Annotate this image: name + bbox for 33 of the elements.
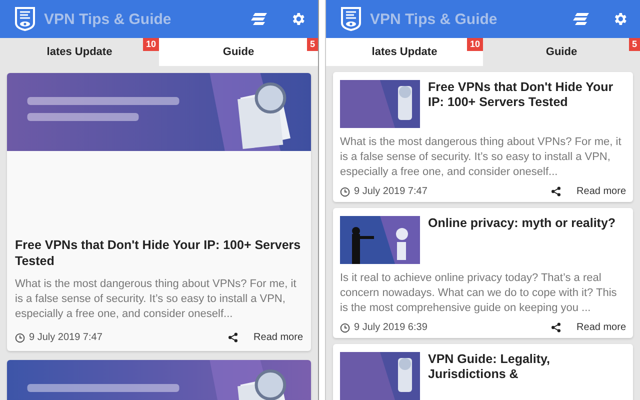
settings-icon[interactable] bbox=[612, 11, 628, 27]
app-title: VPN Tips & Guide bbox=[370, 10, 498, 28]
article-excerpt: What is the most dangerous thing about VPNs? For me, it is a false sense of security. It’s so easy to install a VPN, especially a free one, and consider oneself... bbox=[14, 277, 298, 322]
read-more-link[interactable]: Read more bbox=[576, 186, 626, 197]
menu-icon[interactable] bbox=[572, 12, 590, 26]
clock-icon bbox=[340, 322, 350, 332]
clock-icon bbox=[340, 186, 350, 196]
clock-icon bbox=[15, 332, 25, 342]
article-date: 9 July 2019 6:39 bbox=[354, 322, 428, 333]
article-title[interactable]: VPN Guide: Legality, Jurisdictions & bbox=[428, 352, 626, 382]
article-title[interactable]: Free VPNs that Don't Hide Your IP: 100+ Servers Tested bbox=[428, 80, 626, 110]
article-excerpt: Is it real to achieve online privacy today? That’s a real concern nowadays. What can we do to cope with it? This is the most comprehensive guide on keeping you ... bbox=[340, 271, 618, 316]
settings-icon[interactable] bbox=[290, 11, 306, 27]
tab[interactable]: Guide 5 bbox=[159, 38, 318, 66]
app-title: VPN Tips & Guide bbox=[44, 10, 172, 28]
tab[interactable]: lates Update 10 bbox=[326, 38, 483, 66]
share-icon[interactable] bbox=[550, 322, 561, 333]
article-title[interactable]: Online privacy: myth or reality? bbox=[428, 216, 616, 231]
share-icon[interactable] bbox=[228, 332, 238, 343]
article-date: 9 July 2019 7:47 bbox=[354, 186, 428, 197]
article-title[interactable]: Free VPNs that Don't Hide Your IP: 100+ Servers Tested bbox=[7, 237, 311, 269]
read-more-link[interactable]: Read more bbox=[576, 322, 626, 333]
menu-icon[interactable] bbox=[250, 12, 268, 26]
article-date: 9 July 2019 7:47 bbox=[29, 332, 102, 343]
article-excerpt: What is the most dangerous thing about VPNs? For me, it is a false sense of security. It’s so easy to install a VPN, especially a free one, and consider oneself... bbox=[340, 135, 622, 180]
share-icon[interactable] bbox=[550, 186, 561, 197]
count-badge: 5 bbox=[306, 38, 318, 51]
logo-icon bbox=[340, 7, 362, 31]
count-badge: 10 bbox=[466, 38, 483, 51]
logo-icon bbox=[14, 7, 36, 31]
read-more-link[interactable]: Read more bbox=[254, 332, 303, 343]
count-badge: 10 bbox=[142, 38, 159, 51]
count-badge: 5 bbox=[628, 38, 640, 51]
